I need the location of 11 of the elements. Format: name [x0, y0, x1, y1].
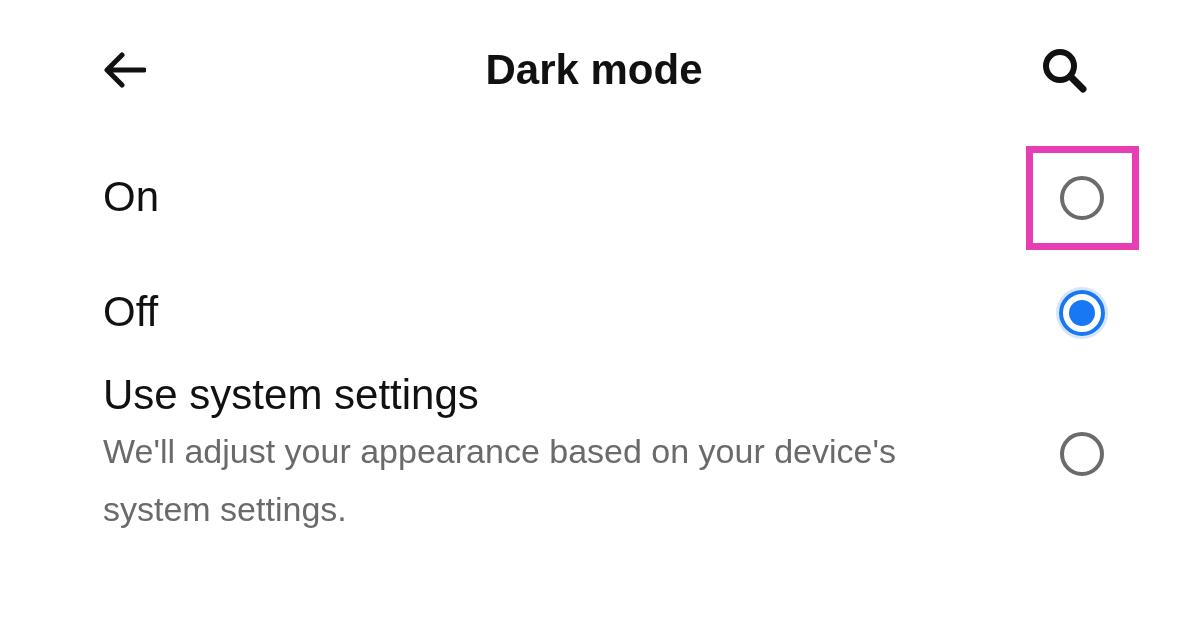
radio-button[interactable]: [1060, 175, 1104, 220]
radio-button[interactable]: [1059, 289, 1105, 336]
option-label: Use system settings: [103, 370, 480, 420]
option-description: We'll adjust your appearance based on your device's system settings.: [103, 431, 897, 531]
search-icon: [1040, 46, 1088, 94]
option-label: On: [103, 172, 160, 223]
back-arrow-icon: [102, 52, 146, 88]
radio-button[interactable]: [1060, 432, 1104, 477]
page-title: Dark mode: [485, 46, 703, 94]
option-label: Off: [103, 287, 159, 338]
search-button[interactable]: [1040, 46, 1088, 94]
